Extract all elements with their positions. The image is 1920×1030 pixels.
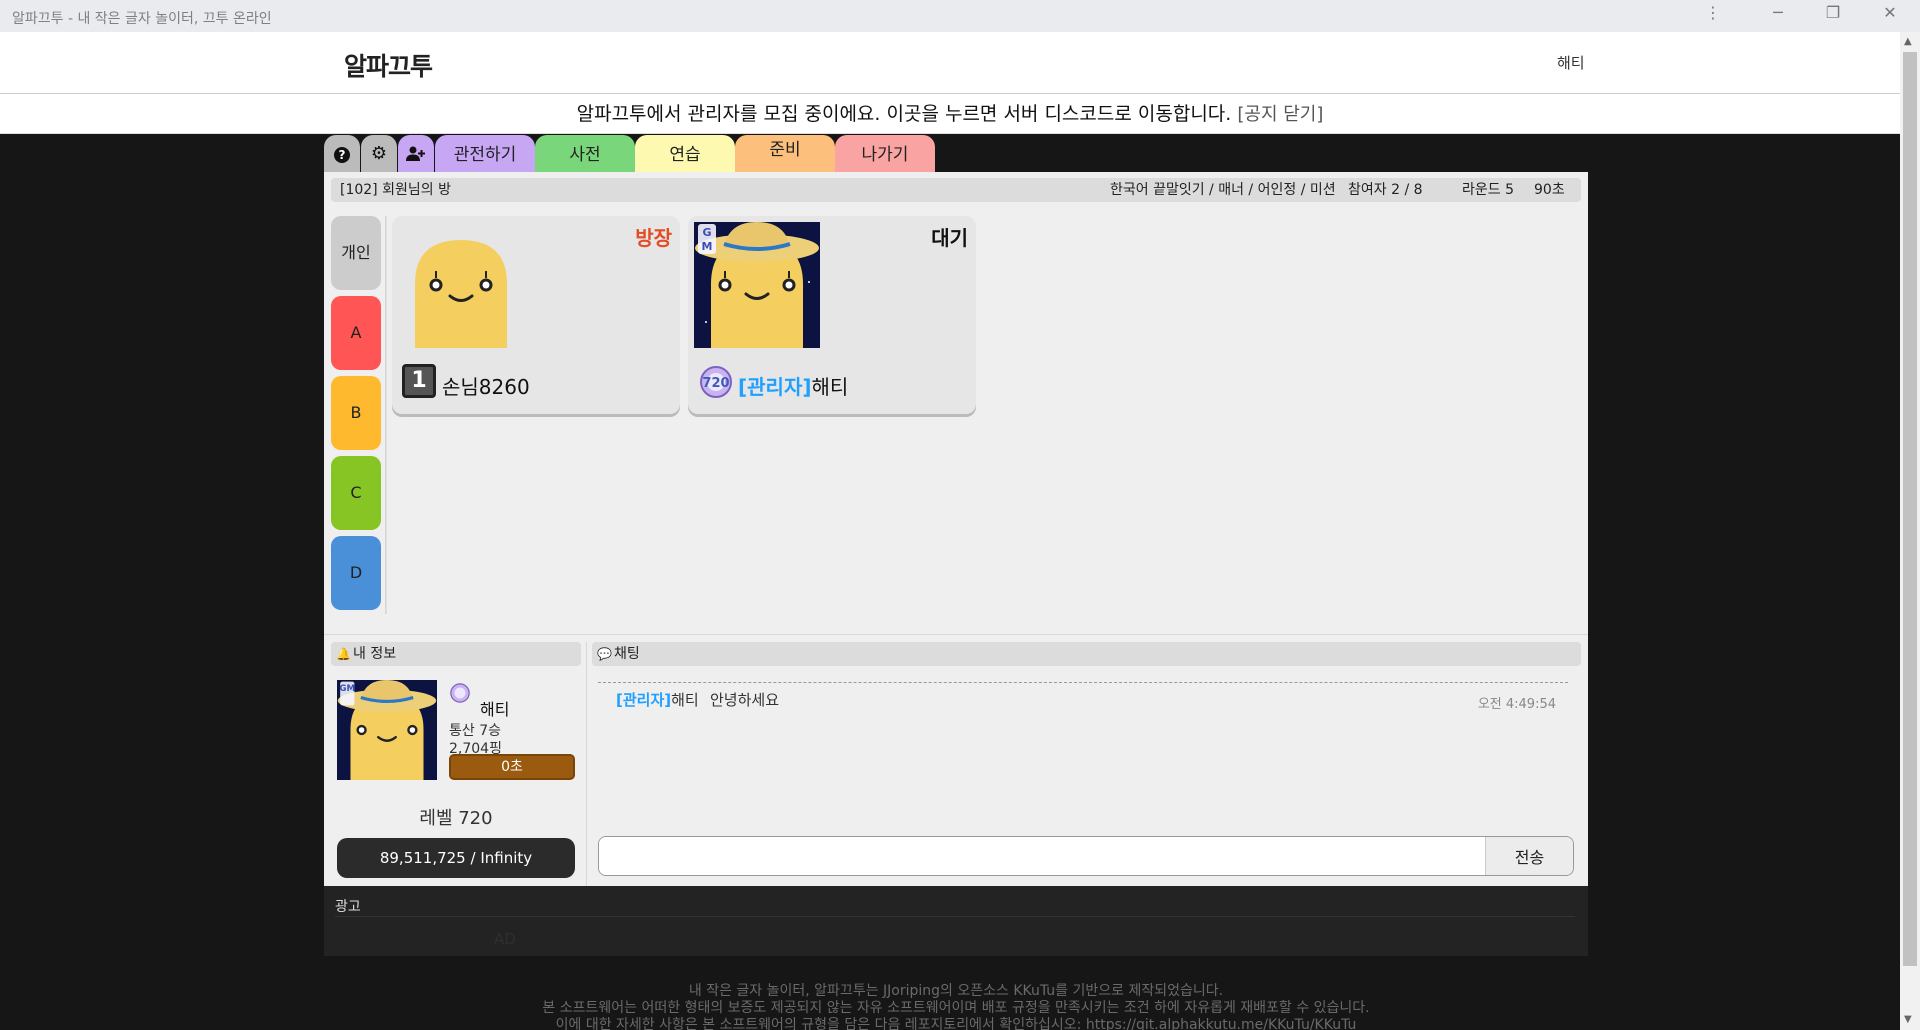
room-time-limit: 90초 [1534,182,1565,198]
settings-icon: ⚙ [370,143,388,164]
panel-divider [586,642,587,886]
ad-divider [335,916,1575,917]
page-scrollbar[interactable]: ▲ ▼ [1900,32,1920,1030]
team-b-button[interactable]: B [331,376,381,450]
team-c-button[interactable]: C [331,456,381,530]
my-info-header: 🔔 내 정보 [331,642,581,666]
chat-header: 💬 채팅 [592,642,1581,666]
level-720-icon: 720 [700,366,732,398]
notice-text[interactable]: 알파끄투에서 관리자를 모집 중이에요. 이곳을 누르면 서버 디스코드로 이동… [577,103,1232,125]
scrollbar-thumb[interactable] [1903,52,1917,966]
svg-text:720: 720 [702,376,729,391]
close-icon[interactable]: ✕ [1872,3,1908,22]
my-name: 해티 [480,700,510,719]
chat-message-text: 안녕하세요 [710,691,780,709]
footer: 내 작은 글자 놀이터, 알파끄투는 JJoriping의 오픈소스 KKuTu… [324,983,1588,1030]
window-title: 알파끄투 - 내 작은 글자 놀이터, 끄투 온라인 [12,11,272,27]
help-icon: ? [334,147,350,163]
invite-button[interactable] [398,135,434,173]
footer-line-1: 내 작은 글자 놀이터, 알파끄투는 JJoriping의 오픈소스 KKuTu… [688,983,1224,999]
svg-text:G: G [702,226,711,239]
scroll-up-icon[interactable]: ▲ [1904,36,1912,47]
tab-dictionary[interactable]: 사전 [535,135,635,173]
section-divider [324,634,1588,635]
chat-message-user[interactable]: [관리자]해티 [616,689,699,710]
tab-exit[interactable]: 나가기 [835,135,935,173]
add-user-icon [406,146,425,161]
room-number: [102] [340,182,378,198]
menu-icon[interactable]: ⋮ [1695,3,1731,22]
svg-text:GM: GM [339,684,355,694]
bell-icon: 🔔 [336,647,351,661]
my-exp-bar: 89,511,725 / Infinity [337,838,575,878]
player-status-waiting: 대기 [931,226,968,250]
minimize-icon[interactable]: ─ [1760,3,1796,22]
scroll-down-icon[interactable]: ▼ [1904,1014,1912,1025]
footer-line-3[interactable]: 이에 대한 자세한 사항은 본 소프트웨어의 규형을 담은 다음 레포지토리에서… [324,1017,1588,1030]
my-info-title: 내 정보 [353,646,397,662]
game-panel: [102] 회원님의 방 한국어 끝말잇기 / 매너 / 어인정 / 미션 참여… [324,172,1588,886]
chat-input[interactable] [599,837,1487,875]
player-card[interactable]: 방장 1 손님8260 [392,216,680,414]
tab-ready[interactable]: 준비 [735,135,835,173]
tab-spectate[interactable]: 관전하기 [435,135,535,173]
send-button[interactable]: 전송 [1485,837,1573,875]
settings-button[interactable]: ⚙ [361,135,397,173]
room-player-count: 참여자 2 / 8 [1348,182,1423,198]
speech-bubble-icon: 💬 [597,647,612,661]
tab-practice[interactable]: 연습 [635,135,735,173]
team-divider [385,216,387,614]
team-d-button[interactable]: D [331,536,381,610]
team-a-button[interactable]: A [331,296,381,370]
room-header: [102] 회원님의 방 한국어 끝말잇기 / 매너 / 어인정 / 미션 참여… [331,178,1581,202]
svg-text:M: M [702,240,713,253]
level-badge: 1 [402,364,436,398]
my-avatar: GM [337,680,437,780]
ad-area: 광고 AD [324,886,1588,956]
player-name: [관리자]해티 [738,375,849,399]
footer-line-2: 본 소프트웨어는 어떠한 형태의 보증도 제공되지 않는 자유 소프트웨어이며 … [542,1000,1370,1016]
chat-log[interactable]: [관리자]해티 안녕하세요 오전 4:49:54 [598,682,1568,812]
player-card[interactable]: G M 대기 720 [관리자]해티 [688,216,976,414]
user-menu-link[interactable]: 해티 [1557,52,1585,73]
window-titlebar: 알파끄투 - 내 작은 글자 놀이터, 끄투 온라인 ⋮ ─ ❐ ✕ [0,0,1920,32]
notice-bar[interactable]: 알파끄투에서 관리자를 모집 중이에요. 이곳을 누르면 서버 디스코드로 이동… [0,94,1900,134]
player-status-host: 방장 [635,226,672,250]
player-avatar: G M [694,222,820,348]
my-timer-bar: 0초 [449,754,575,780]
my-level: 레벨 720 [419,808,493,829]
notice-close-link[interactable]: [공지 닫기] [1237,104,1323,125]
ad-label: 광고 [335,899,361,915]
my-wins: 통산 7승 [449,723,501,739]
player-avatar [415,240,507,348]
room-name: 회원님의 방 [382,182,451,198]
ad-placeholder[interactable]: AD [494,930,516,948]
my-level-icon [450,683,470,703]
site-logo[interactable]: 알파끄투 [344,47,433,83]
chat-title: 채팅 [614,646,640,662]
room-rounds: 라운드 5 [1462,182,1514,198]
site-header: 알파끄투 해티 [0,32,1900,94]
team-solo-button[interactable]: 개인 [331,216,381,290]
chat-input-box: 전송 [598,836,1574,876]
restore-icon[interactable]: ❐ [1815,3,1851,22]
room-mode: 한국어 끝말잇기 / 매너 / 어인정 / 미션 [1110,182,1336,198]
help-button[interactable]: ? [324,135,360,173]
room-title: [102] 회원님의 방 [340,178,451,202]
chat-message-time: 오전 4:49:54 [1477,697,1556,712]
player-name: 손님8260 [442,375,530,399]
